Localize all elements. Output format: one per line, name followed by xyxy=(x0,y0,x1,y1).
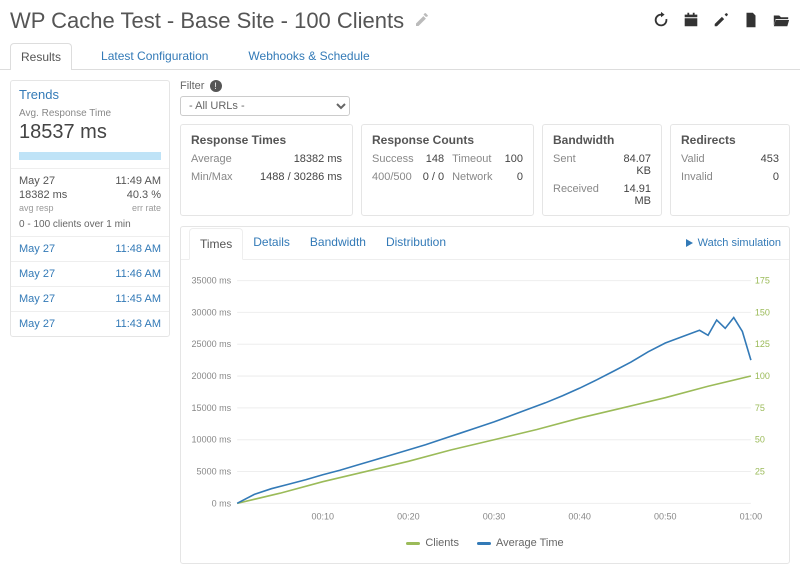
legend-clients: Clients xyxy=(406,537,459,549)
svg-text:0 ms: 0 ms xyxy=(212,498,232,508)
watch-simulation-link[interactable]: Watch simulation xyxy=(684,237,781,249)
run-current[interactable]: May 27 11:49 AM 18382 ms 40.3 % avg resp… xyxy=(11,168,169,236)
document-icon[interactable] xyxy=(742,11,760,32)
run-history-0[interactable]: May 27 11:48 AM xyxy=(11,236,169,261)
chart-tab-bandwidth[interactable]: Bandwidth xyxy=(300,227,376,259)
svg-text:50: 50 xyxy=(755,435,765,445)
header-actions xyxy=(652,11,790,32)
chart-tab-details[interactable]: Details xyxy=(243,227,300,259)
trends-title[interactable]: Trends xyxy=(11,81,169,108)
svg-text:175: 175 xyxy=(755,276,770,286)
play-icon xyxy=(684,238,694,248)
trends-value: 18537 ms xyxy=(11,119,169,152)
page-title: WP Cache Test - Base Site - 100 Clients xyxy=(10,8,430,34)
run-avg-resp-label: avg resp xyxy=(19,203,90,213)
run-history-3[interactable]: May 27 11:43 AM xyxy=(11,311,169,336)
card-response-times: Response Times Average 18382 ms Min/Max … xyxy=(180,124,353,216)
run-avg-resp: 18382 ms xyxy=(19,189,90,201)
tab-results[interactable]: Results xyxy=(10,43,72,70)
info-icon[interactable]: ! xyxy=(210,80,222,92)
filter-select[interactable]: - All URLs - xyxy=(180,96,350,116)
svg-text:35000 ms: 35000 ms xyxy=(192,276,232,286)
main-tabs: Results Latest Configuration Webhooks & … xyxy=(0,38,800,70)
svg-text:5000 ms: 5000 ms xyxy=(197,467,232,477)
card-bandwidth: Bandwidth Sent 84.07 KB Received 14.91 M… xyxy=(542,124,662,216)
svg-text:10000 ms: 10000 ms xyxy=(192,435,232,445)
svg-text:100: 100 xyxy=(755,371,770,381)
chart: 0 ms 5000 ms 10000 ms 15000 ms 20000 ms 25000… xyxy=(189,270,781,530)
svg-text:125: 125 xyxy=(755,339,770,349)
legend-average-time: Average Time xyxy=(477,537,564,549)
svg-text:00:10: 00:10 xyxy=(312,511,335,521)
folder-open-icon[interactable] xyxy=(772,11,790,32)
svg-text:00:20: 00:20 xyxy=(397,511,420,521)
svg-text:75: 75 xyxy=(755,403,765,413)
run-range: 0 - 100 clients over 1 min xyxy=(19,215,161,230)
svg-text:25: 25 xyxy=(755,467,765,477)
chart-tab-distribution[interactable]: Distribution xyxy=(376,227,456,259)
trends-sparkline xyxy=(19,152,161,160)
run-history-1[interactable]: May 27 11:46 AM xyxy=(11,261,169,286)
tab-webhooks-schedule[interactable]: Webhooks & Schedule xyxy=(237,42,380,69)
chart-legend: Clients Average Time xyxy=(189,533,781,557)
svg-text:00:30: 00:30 xyxy=(483,511,506,521)
page-title-text: WP Cache Test - Base Site - 100 Clients xyxy=(10,8,404,34)
run-history-2[interactable]: May 27 11:45 AM xyxy=(11,286,169,311)
compose-icon[interactable] xyxy=(712,11,730,32)
run-err-rate: 40.3 % xyxy=(90,189,161,201)
svg-text:20000 ms: 20000 ms xyxy=(192,371,232,381)
svg-text:30000 ms: 30000 ms xyxy=(192,307,232,317)
svg-text:01:00: 01:00 xyxy=(740,511,763,521)
run-date: May 27 xyxy=(19,175,90,187)
card-redirects: Redirects Valid 453 Invalid 0 xyxy=(670,124,790,216)
svg-text:150: 150 xyxy=(755,307,770,317)
svg-text:15000 ms: 15000 ms xyxy=(192,403,232,413)
reload-icon[interactable] xyxy=(652,11,670,32)
svg-text:25000 ms: 25000 ms xyxy=(192,339,232,349)
edit-title-icon[interactable] xyxy=(414,8,430,34)
chart-panel: Times Details Bandwidth Distribution Wat… xyxy=(180,226,790,564)
sidebar: Trends Avg. Response Time 18537 ms May 2… xyxy=(10,80,170,564)
filter-label: Filter ! xyxy=(180,80,222,92)
tab-latest-configuration[interactable]: Latest Configuration xyxy=(90,42,219,69)
run-time: 11:49 AM xyxy=(90,175,161,187)
chart-tab-times[interactable]: Times xyxy=(189,228,243,260)
trends-panel: Trends Avg. Response Time 18537 ms May 2… xyxy=(10,80,170,337)
stat-cards: Response Times Average 18382 ms Min/Max … xyxy=(180,124,790,216)
svg-text:00:40: 00:40 xyxy=(568,511,591,521)
run-err-rate-label: err rate xyxy=(90,203,161,213)
chart-tabs: Times Details Bandwidth Distribution Wat… xyxy=(181,227,789,260)
svg-text:00:50: 00:50 xyxy=(654,511,677,521)
calendar-icon[interactable] xyxy=(682,11,700,32)
trends-subtitle: Avg. Response Time xyxy=(11,108,169,119)
main-content: Filter ! - All URLs - Response Times Ave… xyxy=(180,80,790,564)
card-response-counts: Response Counts Success 148 Timeout 100 … xyxy=(361,124,534,216)
